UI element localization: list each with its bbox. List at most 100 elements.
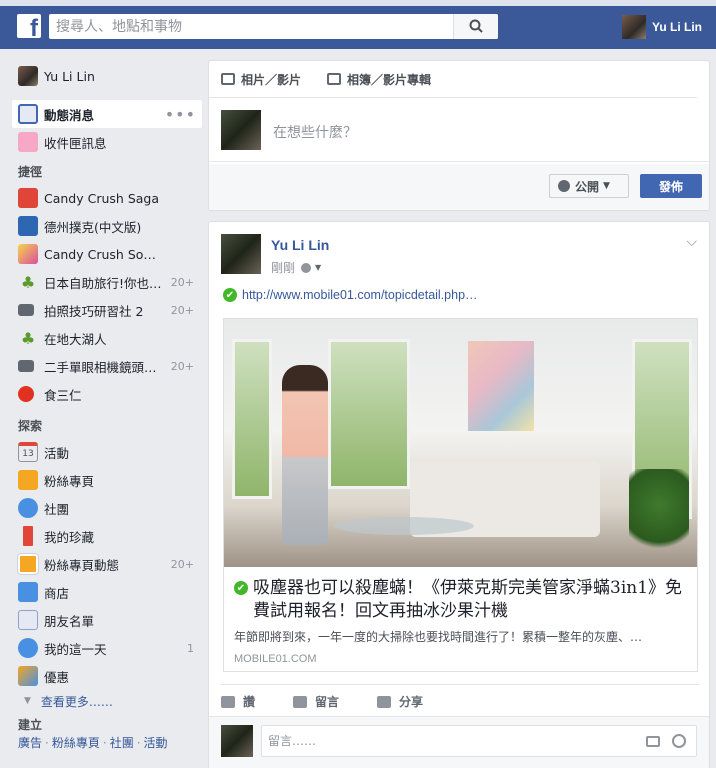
status-input[interactable]: 在想些什麼？ (273, 122, 357, 142)
search-input[interactable] (49, 14, 452, 39)
audience-dropdown-icon[interactable]: ▼ (315, 263, 321, 272)
sidebar-item-label: 動態消息 (44, 107, 95, 123)
privacy-label: 公開 (575, 179, 600, 194)
badge-count: 20+ (170, 275, 194, 289)
sidebar-item-news-feed[interactable]: 動態消息 ••• (12, 100, 202, 128)
post-author[interactable]: Yu Li Lin (271, 237, 329, 253)
post-actions: 讚 留言 分享 (221, 684, 699, 718)
sidebar-item-shortcut[interactable]: 食三仁 (12, 380, 202, 408)
privacy-selector[interactable]: 公開 ▼ (549, 174, 629, 198)
post-link-text: http://www.mobile01.com/topicdetail.php… (242, 288, 478, 302)
camera-icon (18, 304, 34, 316)
sidebar-item-label: 粉絲專頁動態 (44, 557, 120, 573)
search-button[interactable] (453, 14, 498, 39)
check-icon: ✔ (223, 288, 237, 302)
emoji-icon[interactable] (672, 734, 686, 748)
painting-graphic (468, 341, 534, 431)
see-more-link[interactable]: ▼ 查看更多…… (12, 690, 202, 712)
tab-photo-video[interactable]: 相片／影片 (221, 71, 301, 88)
badge-count: 20+ (170, 359, 194, 373)
separator: · (136, 736, 141, 750)
post-link[interactable]: ✔ http://www.mobile01.com/topicdetail.ph… (223, 288, 478, 302)
sidebar-item-label: 活動 (44, 445, 70, 461)
feed-post: Yu Li Lin 剛剛 ▼ ⌵ ✔ http://www.mobile01.c… (208, 221, 710, 768)
profile-item[interactable]: Yu Li Lin (12, 62, 202, 90)
post-button[interactable]: 發佈 (640, 174, 702, 198)
sidebar-item-label: 優惠 (44, 669, 70, 685)
avatar (18, 66, 38, 86)
post-timestamp[interactable]: 剛剛 (271, 259, 295, 276)
bookmark-icon (23, 526, 33, 546)
chevron-down-icon[interactable]: ⌵ (686, 234, 697, 250)
plant-graphic (629, 469, 689, 559)
badge-count: 20+ (170, 303, 194, 317)
create-header: 建立 (18, 718, 43, 732)
separator: · (45, 736, 49, 750)
sidebar-item-shortcut[interactable]: 拍照技巧研習社 2 20+ (12, 296, 202, 324)
link-description: 年節即將到來，一年一度的大掃除也要找時間進行了！累積一整年的灰塵、… (234, 630, 643, 644)
sidebar-item-label: 朋友名單 (44, 613, 95, 629)
profile-link[interactable]: Yu Li Lin (622, 15, 702, 39)
like-icon (221, 695, 235, 708)
sidebar-item-label: 日本自助旅行!你也… (44, 275, 162, 291)
sidebar-item-pages[interactable]: 粉絲專頁 (12, 466, 202, 494)
shop-icon (18, 582, 38, 602)
share-button[interactable]: 分享 (377, 693, 423, 710)
tab-album[interactable]: 相簿／影片專輯 (327, 71, 431, 88)
badge-count: 1 (187, 641, 194, 655)
sidebar-item-shortcut[interactable]: Candy Crush Sod… (12, 240, 202, 268)
sidebar-item-label: 我的這一天 (44, 641, 107, 657)
link-preview-image[interactable] (224, 319, 697, 567)
candy-crush-icon (18, 188, 38, 208)
explore-header: 探索 (18, 419, 43, 433)
sidebar-item-shortcut[interactable]: ♣ 日本自助旅行!你也… 20+ (12, 268, 202, 296)
check-icon: ✔ (234, 581, 248, 595)
sidebar-item-saved[interactable]: 我的珍藏 (12, 522, 202, 550)
profile-name: Yu Li Lin (44, 68, 95, 84)
sidebar-item-shortcut[interactable]: 二手單眼相機鏡頭… 20+ (12, 352, 202, 380)
sidebar-item-messages[interactable]: 收件匣訊息 (12, 128, 202, 156)
sidebar-item-shortcut[interactable]: ♣ 在地大湖人 (12, 324, 202, 352)
link-preview[interactable]: ✔ 吸塵器也可以殺塵蟎！《伊萊克斯完美管家淨蟎3in1》免費試用報名！回文再抽冰… (223, 318, 698, 672)
search-box (49, 14, 498, 39)
top-bar: f Yu Li Lin (0, 0, 716, 49)
more-options-icon[interactable]: ••• (165, 105, 196, 124)
on-this-day-icon (18, 638, 38, 658)
pages-feed-icon (17, 553, 39, 575)
shortcuts-header: 捷徑 (18, 165, 43, 179)
post-composer: 相片／影片 相簿／影片專輯 在想些什麼？ 公開 ▼ 發佈 (208, 60, 710, 211)
camera-icon[interactable] (646, 736, 660, 747)
sidebar-item-shortcut[interactable]: 德州撲克(中文版) (12, 212, 202, 240)
like-button[interactable]: 讚 (221, 693, 255, 710)
like-label: 讚 (243, 695, 256, 709)
tree-icon: ♣ (20, 328, 36, 348)
create-ad-link[interactable]: 廣告 (18, 736, 42, 750)
create-page-link[interactable]: 粉絲專頁 (52, 736, 100, 750)
facebook-logo[interactable]: f (17, 14, 41, 41)
create-group-link[interactable]: 社團 (110, 736, 134, 750)
sidebar-item-pages-feed[interactable]: 粉絲專頁動態 20+ (12, 550, 202, 578)
sidebar-item-offers[interactable]: 優惠 (12, 662, 202, 690)
composer-footer: 公開 ▼ 發佈 (209, 164, 709, 210)
chevron-down-icon: ▼ (24, 696, 31, 706)
create-event-link[interactable]: 活動 (144, 736, 168, 750)
sidebar-item-label: 拍照技巧研習社 2 (44, 303, 144, 319)
sidebar-item-shop[interactable]: 商店 (12, 578, 202, 606)
tab-label: 相簿／影片專輯 (347, 72, 432, 87)
sidebar-item-on-this-day[interactable]: 我的這一天 1 (12, 634, 202, 662)
comment-button[interactable]: 留言 (293, 693, 339, 710)
share-label: 分享 (399, 695, 424, 709)
window-graphic (232, 339, 272, 499)
link-title-text: 吸塵器也可以殺塵蟎！《伊萊克斯完美管家淨蟎3in1》免費試用報名！回文再抽冰沙果… (253, 578, 683, 621)
caret-down-icon: ▼ (603, 181, 610, 191)
sidebar-item-label: 二手單眼相機鏡頭… (44, 359, 157, 375)
calendar-icon: 13 (18, 442, 38, 462)
sidebar-item-shortcut[interactable]: Candy Crush Saga (12, 184, 202, 212)
left-nav: Yu Li Lin 動態消息 ••• 收件匣訊息 捷徑 Candy Crush … (12, 62, 202, 751)
sidebar-item-groups[interactable]: 社團 (12, 494, 202, 522)
comment-input[interactable] (262, 726, 632, 756)
sidebar-item-friends-list[interactable]: 朋友名單 (12, 606, 202, 634)
sidebar-item-events[interactable]: 13 活動 (12, 438, 202, 466)
avatar[interactable] (221, 234, 261, 274)
link-preview-text: ✔ 吸塵器也可以殺塵蟎！《伊萊克斯完美管家淨蟎3in1》免費試用報名！回文再抽冰… (224, 567, 697, 671)
